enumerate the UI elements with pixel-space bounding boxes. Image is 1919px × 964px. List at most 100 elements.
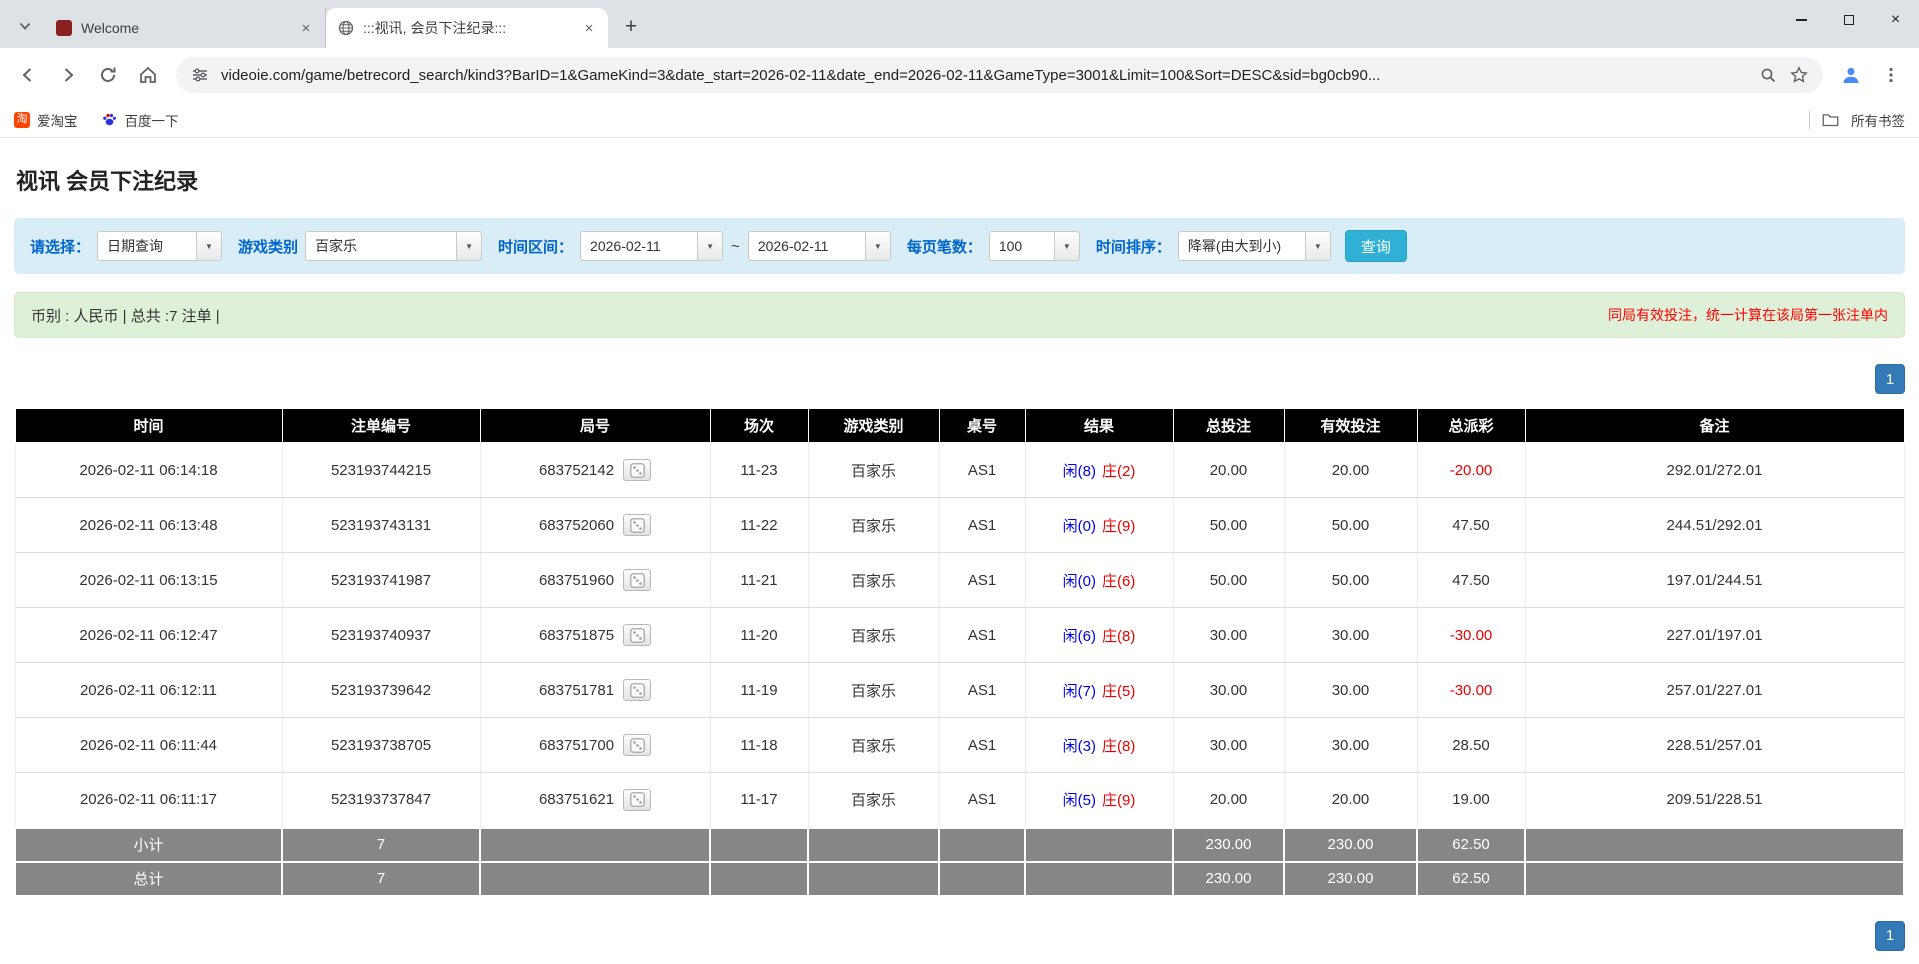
cell-time: 2026-02-11 06:12:47 — [14, 607, 283, 663]
round-result-dice-icon[interactable] — [623, 459, 652, 481]
home-icon[interactable] — [130, 57, 166, 93]
round-result-dice-icon[interactable] — [623, 734, 652, 756]
bookmark-star-icon[interactable] — [1789, 65, 1809, 85]
new-tab-button[interactable]: + — [616, 12, 646, 42]
header-payout: 总派彩 — [1416, 408, 1526, 443]
url-text[interactable]: videoie.com/game/betrecord_search/kind3?… — [221, 67, 1747, 84]
tab-welcome[interactable]: Welcome × — [44, 8, 326, 48]
header-valid-bet: 有效投注 — [1283, 408, 1418, 443]
total-empty — [479, 860, 711, 897]
cell-total-bet[interactable]: 30.00 — [1172, 607, 1285, 663]
result-player: 闲(5) — [1062, 792, 1096, 810]
subtotal-empty — [709, 826, 809, 863]
forward-icon[interactable] — [50, 57, 86, 93]
window-controls: × — [1778, 0, 1919, 40]
header-bet-id: 注单编号 — [281, 408, 481, 443]
subtotal-empty — [807, 826, 940, 863]
filter-bar: 请选择： ▼ 游戏类别 ▼ 时间区间： ▼ ~ ▼ 每页笔数： ▼ 时间排序： … — [14, 218, 1905, 274]
chevron-down-icon[interactable]: ▼ — [1304, 231, 1331, 261]
cell-round: 683751960 — [479, 552, 711, 608]
currency-total-text: 币别 : 人民币 | 总共 :7 注单 | — [31, 307, 220, 325]
subtotal-empty — [1024, 826, 1174, 863]
subtotal-total-bet: 230.00 — [1172, 826, 1285, 863]
round-result-dice-icon[interactable] — [623, 514, 652, 536]
bookmark-label: 百度一下 — [124, 113, 179, 129]
date-end-picker: ▼ — [747, 231, 891, 261]
chevron-down-icon[interactable]: ▼ — [864, 231, 891, 261]
cell-bet-id: 523193740937 — [281, 607, 481, 663]
cell-round: 683752142 — [479, 442, 711, 498]
subtotal-payout: 62.50 — [1416, 826, 1526, 863]
chevron-down-icon[interactable]: ▼ — [697, 231, 724, 261]
cell-time: 2026-02-11 06:12:11 — [14, 662, 283, 718]
cell-time: 2026-02-11 06:13:48 — [14, 497, 283, 553]
cell-game: 百家乐 — [807, 497, 940, 553]
page-1-button[interactable]: 1 — [1875, 920, 1905, 951]
subtotal-valid-bet: 230.00 — [1283, 826, 1418, 863]
back-icon[interactable] — [10, 57, 46, 93]
globe-favicon-icon — [338, 20, 354, 36]
tab-close-icon[interactable]: × — [297, 19, 315, 37]
cell-round: 683751621 — [479, 772, 711, 828]
query-type-input[interactable] — [97, 231, 198, 261]
maximize-button[interactable] — [1825, 0, 1872, 40]
close-window-button[interactable]: × — [1872, 0, 1919, 40]
cell-total-bet[interactable]: 20.00 — [1172, 772, 1285, 828]
bookmark-baidu[interactable]: 百度一下 — [102, 110, 179, 130]
cell-session: 11-20 — [709, 607, 809, 663]
per-page-input[interactable] — [988, 231, 1055, 261]
cell-session: 11-18 — [709, 717, 809, 773]
game-type-input[interactable] — [305, 231, 458, 261]
page-1-button[interactable]: 1 — [1875, 364, 1905, 394]
cell-valid-bet: 20.00 — [1283, 772, 1418, 828]
tab-list-chevron-icon[interactable] — [10, 11, 40, 41]
browser-menu-icon[interactable] — [1873, 57, 1909, 93]
browser-toolbar: videoie.com/game/betrecord_search/kind3?… — [0, 48, 1919, 102]
total-valid-bet: 230.00 — [1283, 860, 1418, 897]
profile-avatar-icon[interactable] — [1833, 57, 1869, 93]
cell-table-no: AS1 — [938, 772, 1026, 828]
bookmark-taobao[interactable]: 淘 爱淘宝 — [14, 110, 78, 130]
round-result-dice-icon[interactable] — [623, 788, 652, 811]
cell-round: 683751700 — [479, 717, 711, 773]
result-player: 闲(7) — [1062, 682, 1096, 700]
cell-valid-bet: 20.00 — [1283, 442, 1418, 498]
site-settings-tune-icon[interactable] — [190, 65, 210, 85]
total-payout: 62.50 — [1416, 860, 1526, 897]
game-type-combobox: ▼ — [305, 231, 483, 261]
tab-betrecord[interactable]: :::视讯, 会员下注纪录::: × — [326, 8, 608, 48]
cell-total-bet[interactable]: 20.00 — [1172, 442, 1285, 498]
cell-valid-bet: 30.00 — [1283, 607, 1418, 663]
search-button[interactable]: 查询 — [1344, 230, 1407, 262]
minimize-button[interactable] — [1778, 0, 1825, 40]
address-bar[interactable]: videoie.com/game/betrecord_search/kind3?… — [176, 57, 1823, 93]
cell-payout: 28.50 — [1416, 717, 1526, 773]
table-row: 2026-02-11 06:13:48 523193743131 6837520… — [14, 497, 1905, 553]
header-table-no: 桌号 — [938, 408, 1026, 443]
cell-total-bet[interactable]: 50.00 — [1172, 552, 1285, 608]
sort-order-input[interactable] — [1177, 231, 1306, 261]
round-result-dice-icon[interactable] — [623, 679, 652, 701]
chevron-down-icon[interactable]: ▼ — [196, 231, 223, 261]
header-total-bet: 总投注 — [1172, 408, 1285, 443]
date-start-input[interactable] — [580, 231, 699, 261]
refresh-icon[interactable] — [90, 57, 126, 93]
round-result-dice-icon[interactable] — [623, 624, 652, 646]
result-banker: 庄(8) — [1102, 737, 1136, 755]
cell-game: 百家乐 — [807, 772, 940, 828]
cell-total-bet[interactable]: 30.00 — [1172, 717, 1285, 773]
date-end-input[interactable] — [747, 231, 866, 261]
chevron-down-icon[interactable]: ▼ — [1053, 231, 1080, 261]
header-note: 备注 — [1524, 408, 1905, 443]
bookmark-label: 爱淘宝 — [37, 113, 78, 129]
chevron-down-icon[interactable]: ▼ — [456, 231, 483, 261]
cell-total-bet[interactable]: 30.00 — [1172, 662, 1285, 718]
welcome-favicon-icon — [56, 20, 72, 36]
total-empty — [938, 860, 1026, 897]
cell-total-bet[interactable]: 50.00 — [1172, 497, 1285, 553]
cell-game: 百家乐 — [807, 607, 940, 663]
tab-close-icon[interactable]: × — [580, 19, 598, 37]
zoom-search-icon[interactable] — [1758, 65, 1778, 85]
round-result-dice-icon[interactable] — [623, 569, 652, 591]
all-bookmarks[interactable]: 所有书签 — [1809, 110, 1905, 130]
